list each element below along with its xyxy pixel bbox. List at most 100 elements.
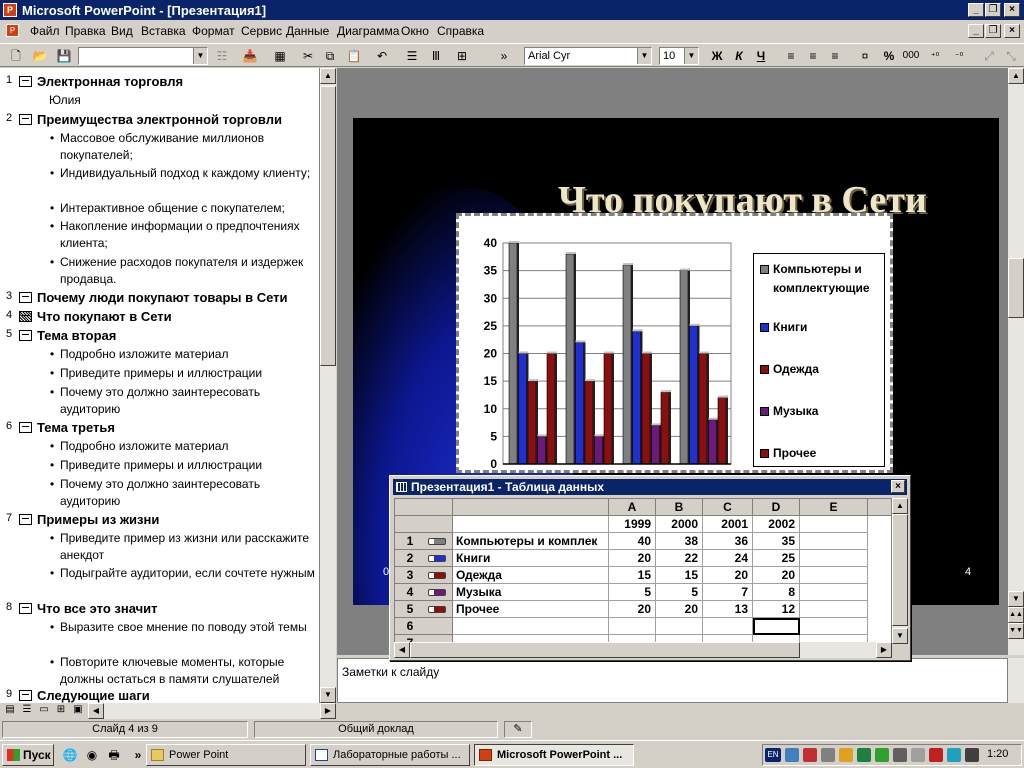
row-header-years[interactable]	[395, 516, 453, 533]
series-label-cell[interactable]: Компьютеры и комплек	[453, 533, 609, 550]
data-cell[interactable]: 20	[609, 550, 656, 567]
import-file-icon[interactable]: 📥	[240, 47, 260, 65]
by-row-icon[interactable]: ☰	[402, 47, 422, 65]
menu-tools[interactable]: Сервис	[241, 24, 282, 38]
year-cell[interactable]: 2000	[656, 516, 703, 533]
spelling-status-icon[interactable]: ✎	[504, 721, 532, 738]
bold-button[interactable]: Ж	[707, 47, 727, 65]
notes-pane[interactable]: Заметки к слайду	[337, 658, 1008, 703]
media-icon[interactable]: ◉	[82, 746, 102, 764]
column-header-e[interactable]: E	[800, 499, 868, 516]
data-cell[interactable]: 40	[609, 533, 656, 550]
column-header-blank[interactable]	[868, 499, 891, 516]
chart-object-combo[interactable]: ▼	[78, 47, 208, 65]
language-indicator[interactable]: EN	[765, 748, 781, 762]
row-header[interactable]: 1	[395, 533, 453, 550]
outline-bullet[interactable]: • Интерактивное общение с покупателем;	[50, 200, 318, 217]
row-header[interactable]: 6	[395, 618, 453, 635]
data-cell[interactable]: 24	[703, 550, 753, 567]
data-cell[interactable]	[453, 516, 609, 533]
outline-bullet[interactable]: • Массовое обслуживание миллионов покупа…	[50, 130, 318, 164]
datasheet-window[interactable]: Презентация1 - Таблица данных × A B C D …	[389, 475, 911, 661]
outline-subtitle[interactable]: Юлия	[49, 93, 81, 107]
paste-icon[interactable]: 📋	[344, 47, 364, 65]
menu-format[interactable]: Формат	[192, 24, 235, 38]
datasheet-titlebar[interactable]: Презентация1 - Таблица данных ×	[393, 479, 907, 495]
data-cell[interactable]	[800, 618, 868, 635]
outline-bullet[interactable]: • Накопление информации о предпочтениях …	[50, 218, 318, 252]
active-cell[interactable]	[753, 618, 800, 635]
select-all-corner[interactable]	[395, 499, 453, 516]
outline-hscroll[interactable]: ◀ ▶	[88, 703, 336, 719]
scroll-up-icon[interactable]: ▲	[892, 498, 908, 514]
scroll-up-icon[interactable]: ▲	[1008, 68, 1024, 84]
data-cell[interactable]: 25	[753, 550, 800, 567]
datasheet-vscroll[interactable]: ▲ ▼	[892, 498, 908, 644]
outline-bullet[interactable]: • Индивидуальный подход к каждому клиент…	[50, 165, 318, 182]
outline-bullet[interactable]: • Подыграйте аудитории, если сочтете нужн…	[50, 565, 318, 582]
doc-close-button[interactable]: ×	[1004, 24, 1020, 38]
tray-icon[interactable]	[875, 748, 889, 762]
menu-help[interactable]: Справка	[437, 24, 484, 38]
scroll-right-icon[interactable]: ▶	[320, 703, 336, 719]
menu-edit[interactable]: Правка	[65, 24, 106, 38]
data-cell[interactable]	[656, 618, 703, 635]
data-cell[interactable]	[800, 533, 868, 550]
cut-icon[interactable]: ✂	[298, 47, 318, 65]
font-combo[interactable]: Arial Cyr ▼	[524, 47, 652, 65]
chart-legend[interactable]: Компьютеры и комплектующие Книги Одежда …	[753, 253, 885, 467]
slide-view-icon[interactable]: ▭	[36, 703, 52, 719]
slide-scrollbar[interactable]: ▲ ▼ ▲▲ ▼▼	[1008, 68, 1024, 655]
data-cell[interactable]: 22	[656, 550, 703, 567]
toolbar-more-icon[interactable]: »	[494, 47, 514, 65]
scroll-left-icon[interactable]: ◀	[394, 642, 410, 658]
column-header-a[interactable]: A	[609, 499, 656, 516]
tray-icon[interactable]	[929, 748, 943, 762]
data-cell[interactable]	[609, 618, 656, 635]
menu-chart[interactable]: Диаграмма	[337, 24, 399, 38]
percent-button[interactable]: %	[879, 47, 899, 65]
outline-bullet[interactable]: • Подробно изложите материал	[50, 346, 318, 363]
data-cell[interactable]: 36	[703, 533, 753, 550]
tray-icon[interactable]	[965, 748, 979, 762]
menu-data[interactable]: Данные	[286, 24, 329, 38]
scroll-thumb[interactable]	[1008, 258, 1024, 318]
datasheet-grid[interactable]: A B C D E 1999 2000 2001 2002 1 Компьютер…	[394, 498, 892, 644]
close-button[interactable]: ×	[1004, 3, 1020, 17]
chart-object[interactable]: 0 5 10 15 20 25 30 35 40 Компьютеры и комплектую…	[456, 213, 893, 473]
data-cell[interactable]: 20	[656, 601, 703, 618]
menu-file[interactable]: Файл	[30, 24, 60, 38]
data-cell[interactable]	[800, 601, 868, 618]
document-icon[interactable]: P	[6, 24, 19, 37]
close-icon[interactable]: ×	[891, 480, 905, 493]
start-button[interactable]: Пуск	[2, 744, 54, 766]
printer-icon[interactable]: 🖶	[104, 746, 124, 764]
align-left-icon[interactable]: ≡	[781, 47, 801, 65]
menu-insert[interactable]: Вставка	[141, 24, 186, 38]
notes-scrollbar[interactable]	[1008, 658, 1024, 703]
copy-icon[interactable]: ⧉	[320, 47, 340, 65]
column-header-b[interactable]: B	[656, 499, 703, 516]
tray-icon[interactable]	[839, 748, 853, 762]
clock[interactable]: 1:20	[987, 748, 1008, 760]
data-cell[interactable]: 13	[703, 601, 753, 618]
doc-restore-button[interactable]: ❐	[985, 24, 1001, 38]
tray-icon[interactable]	[947, 748, 961, 762]
format-object-icon[interactable]: ☷	[212, 47, 232, 65]
outline-pane[interactable]: 1 Электронная торговля Юлия 2 Преимущества…	[0, 68, 320, 703]
data-cell[interactable]: 5	[609, 584, 656, 601]
scroll-left-icon[interactable]: ◀	[88, 703, 104, 719]
outline-bullet[interactable]: • Почему это должно заинтересовать аудито…	[50, 476, 318, 510]
data-cell[interactable]	[800, 516, 868, 533]
scroll-thumb[interactable]	[320, 86, 336, 366]
data-cell[interactable]: 20	[609, 601, 656, 618]
outline-bullet[interactable]: • Снижение расходов покупателя и издерже…	[50, 254, 318, 288]
align-right-icon[interactable]: ≡	[825, 47, 845, 65]
year-cell[interactable]: 2001	[703, 516, 753, 533]
series-label-cell[interactable]	[453, 618, 609, 635]
scroll-right-icon[interactable]: ▶	[876, 642, 892, 658]
tray-icon[interactable]	[857, 748, 871, 762]
outline-bullet[interactable]: • Подробно изложите материал	[50, 438, 318, 455]
decrease-decimal-icon[interactable]: ⁻⁰	[949, 47, 969, 65]
outline-bullet[interactable]: • Повторите ключевые моменты, которые дол…	[50, 654, 318, 688]
